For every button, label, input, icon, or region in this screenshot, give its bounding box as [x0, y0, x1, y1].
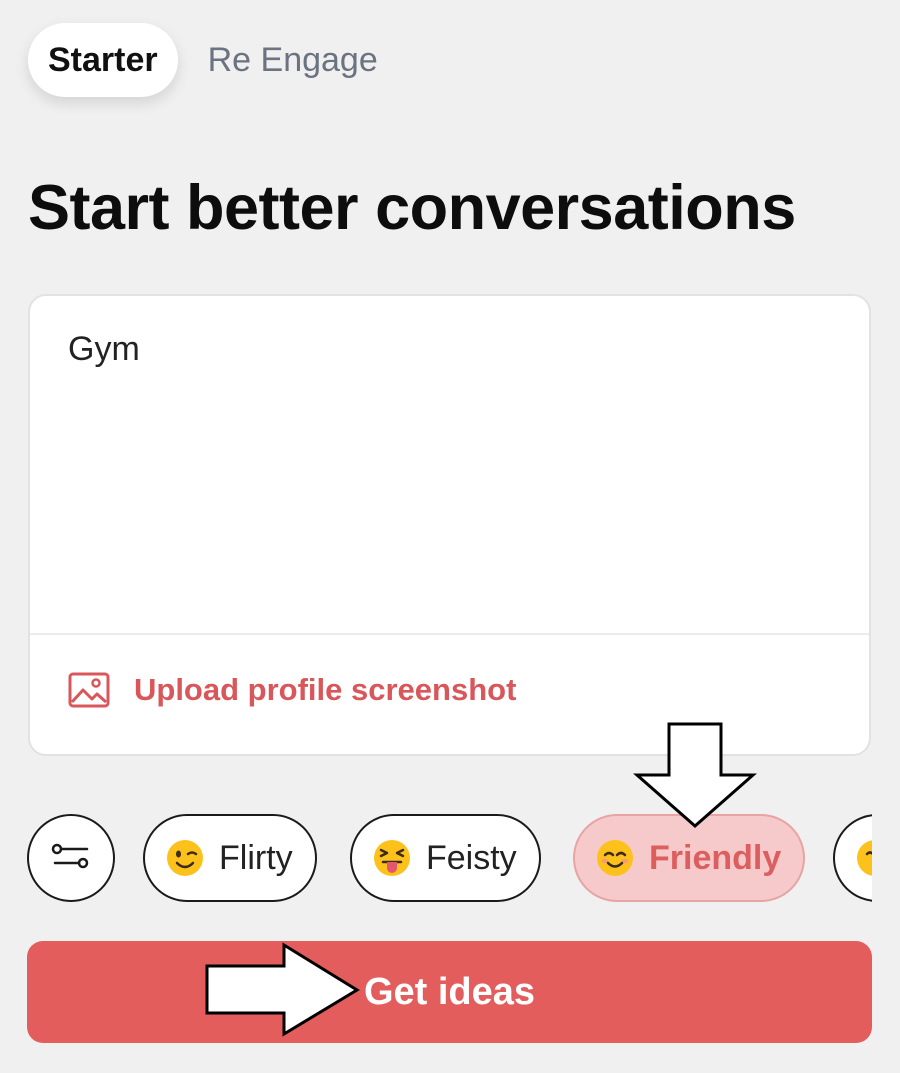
sliders-icon [51, 842, 91, 875]
tab-starter[interactable]: Starter [28, 23, 178, 97]
tone-chip-row: Flirty Feisty Friendly [27, 814, 872, 904]
tone-chip-feisty[interactable]: Feisty [350, 814, 541, 902]
image-icon [68, 672, 110, 708]
winking-face-icon [165, 838, 205, 878]
tab-re-engage[interactable]: Re Engage [188, 23, 398, 97]
squinting-face-with-tongue-icon [372, 838, 412, 878]
tone-chip-partial[interactable] [833, 814, 872, 902]
tone-chip-label: Flirty [219, 838, 293, 877]
mode-tabs: Starter Re Engage [28, 22, 398, 98]
tone-chip-friendly[interactable]: Friendly [573, 814, 806, 902]
page-title: Start better conversations [28, 173, 796, 243]
card-divider [30, 633, 869, 635]
upload-screenshot-button[interactable]: Upload profile screenshot [68, 672, 516, 708]
tone-chip-label: Feisty [426, 838, 517, 877]
prompt-card: Gym Upload profile screenshot [28, 294, 871, 756]
filter-button[interactable] [27, 814, 115, 902]
tone-chip-flirty[interactable]: Flirty [143, 814, 317, 902]
tone-chip-label: Friendly [649, 838, 782, 877]
partial-emoji-icon [855, 838, 872, 878]
smiling-face-icon [595, 838, 635, 878]
prompt-input[interactable]: Gym [68, 330, 828, 620]
upload-label: Upload profile screenshot [134, 672, 517, 707]
get-ideas-button[interactable]: Get ideas [27, 941, 872, 1043]
